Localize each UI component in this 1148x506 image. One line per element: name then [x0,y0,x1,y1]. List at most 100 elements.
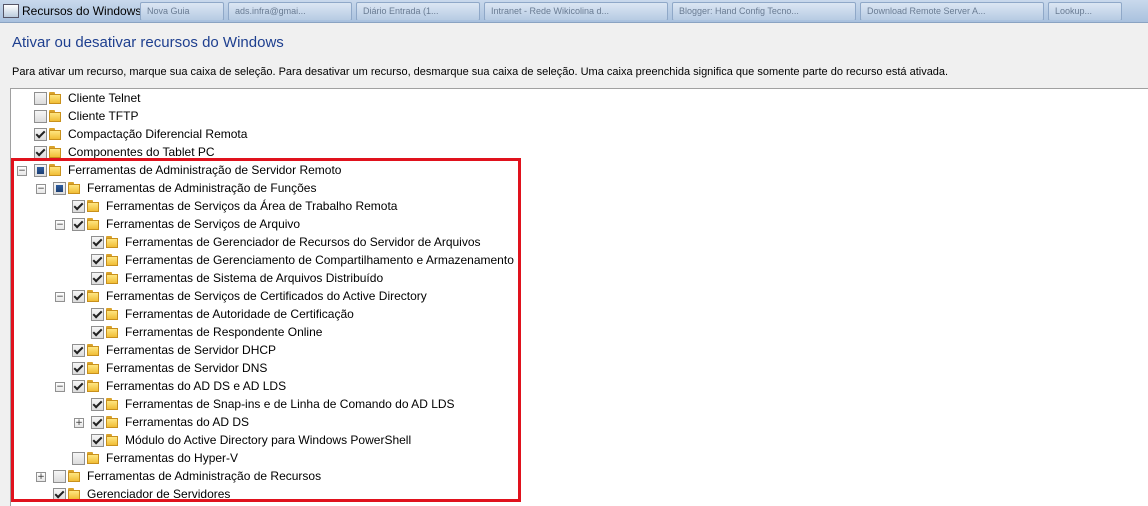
collapse-icon[interactable]: − [36,184,46,194]
feature-row[interactable]: Ferramentas de Sistema de Arquivos Distr… [11,270,1141,288]
folder-icon [67,487,81,501]
feature-checkbox[interactable] [34,146,47,159]
feature-checkbox[interactable] [91,398,104,411]
feature-label: Ferramentas de Gerenciador de Recursos d… [125,235,481,249]
feature-label: Ferramentas do AD DS e AD LDS [106,379,287,393]
feature-checkbox[interactable] [34,92,47,105]
feature-label: Ferramentas de Serviços da Área de Traba… [106,199,398,213]
feature-label: Ferramentas de Autoridade de Certificaçã… [125,307,354,321]
feature-checkbox[interactable] [91,308,104,321]
folder-icon [86,361,100,375]
feature-label: Ferramentas do Hyper-V [106,451,239,465]
feature-label: Ferramentas de Respondente Online [125,325,323,339]
background-tab[interactable]: ads.infra@gmai... [228,2,352,20]
feature-checkbox[interactable] [72,362,85,375]
folder-icon [67,469,81,483]
feature-checkbox[interactable] [72,452,85,465]
feature-label: Ferramentas de Servidor DNS [106,361,268,375]
background-tab[interactable]: Intranet - Rede Wikicolina d... [484,2,668,20]
folder-icon [105,235,119,249]
folder-icon [86,199,100,213]
collapse-icon[interactable]: − [17,166,27,176]
background-tab[interactable]: Lookup... [1048,2,1122,20]
expand-icon[interactable]: + [36,472,46,482]
feature-label: Ferramentas de Gerenciamento de Comparti… [125,253,514,267]
background-tab[interactable]: Blogger: Hand Config Tecno... [672,2,856,20]
feature-checkbox[interactable] [91,434,104,447]
feature-row[interactable]: Cliente TFTP [11,108,1141,126]
feature-row[interactable]: Compactação Diferencial Remota [11,126,1141,144]
feature-checkbox[interactable] [34,128,47,141]
feature-label: Ferramentas do AD DS [125,415,250,429]
expand-icon[interactable]: + [74,418,84,428]
folder-icon [48,163,62,177]
feature-label: Ferramentas de Servidor DHCP [106,343,277,357]
background-tab[interactable]: Diário Entrada (1... [356,2,480,20]
feature-checkbox[interactable] [72,218,85,231]
feature-checkbox[interactable] [72,380,85,393]
folder-icon [105,397,119,411]
feature-row[interactable]: Ferramentas de Respondente Online [11,324,1141,342]
features-tree[interactable]: Cliente Telnet Cliente TFTP Compactação Di… [10,88,1148,506]
feature-label: Componentes do Tablet PC [68,145,215,159]
feature-checkbox[interactable] [53,470,66,483]
feature-row[interactable]: − Ferramentas de Administração de Funções [11,180,1141,198]
feature-label: Compactação Diferencial Remota [68,127,248,141]
feature-checkbox[interactable] [34,110,47,123]
feature-row[interactable]: Ferramentas de Servidor DHCP [11,342,1141,360]
feature-row[interactable]: Gerenciador de Servidores [11,486,1141,504]
background-tab[interactable]: Download Remote Server A... [860,2,1044,20]
feature-row[interactable]: Componentes do Tablet PC [11,144,1141,162]
feature-checkbox[interactable] [53,182,66,195]
feature-label: Ferramentas de Snap-ins e de Linha de Co… [125,397,455,411]
folder-icon [105,307,119,321]
feature-label: Ferramentas de Serviços de Arquivo [106,217,301,231]
feature-row[interactable]: + Ferramentas do AD DS [11,414,1141,432]
feature-label: Ferramentas de Sistema de Arquivos Distr… [125,271,384,285]
title-bar: Recursos do Windows Nova Guia ads.infra@g… [0,0,1148,23]
folder-icon [48,109,62,123]
folder-icon [105,271,119,285]
feature-checkbox[interactable] [91,326,104,339]
folder-icon [105,415,119,429]
folder-icon [86,217,100,231]
feature-label: Ferramentas de Administração de Funções [87,181,317,195]
feature-row[interactable]: Módulo do Active Directory para Windows … [11,432,1141,450]
feature-label: Cliente TFTP [68,109,139,123]
feature-checkbox[interactable] [34,164,47,177]
feature-checkbox[interactable] [72,344,85,357]
feature-checkbox[interactable] [91,254,104,267]
feature-row[interactable]: Ferramentas de Servidor DNS [11,360,1141,378]
feature-row[interactable]: Ferramentas de Serviços da Área de Traba… [11,198,1141,216]
feature-row[interactable]: − Ferramentas de Serviços de Certificados… [11,288,1141,306]
feature-row[interactable]: + Ferramentas de Administração de Recurso… [11,468,1141,486]
feature-row[interactable]: Ferramentas de Gerenciamento de Comparti… [11,252,1141,270]
feature-checkbox[interactable] [91,272,104,285]
feature-row[interactable]: Ferramentas de Snap-ins e de Linha de Co… [11,396,1141,414]
feature-checkbox[interactable] [91,416,104,429]
feature-row[interactable]: − Ferramentas de Administração de Servido… [11,162,1141,180]
window-features-icon [3,4,19,18]
collapse-icon[interactable]: − [55,382,65,392]
feature-checkbox[interactable] [72,200,85,213]
folder-icon [67,181,81,195]
feature-label: Gerenciador de Servidores [87,487,231,501]
folder-icon [86,379,100,393]
feature-row[interactable]: Cliente Telnet [11,90,1141,108]
feature-row[interactable]: Ferramentas do Hyper-V [11,450,1141,468]
collapse-icon[interactable]: − [55,292,65,302]
feature-row[interactable]: − Ferramentas de Serviços de Arquivo [11,216,1141,234]
feature-checkbox[interactable] [91,236,104,249]
instructions-text: Para ativar um recurso, marque sua caixa… [12,66,949,78]
feature-row[interactable]: Ferramentas de Gerenciador de Recursos d… [11,234,1141,252]
collapse-icon[interactable]: − [55,220,65,230]
folder-icon [48,127,62,141]
feature-checkbox[interactable] [53,488,66,501]
folder-icon [48,145,62,159]
feature-checkbox[interactable] [72,290,85,303]
feature-label: Cliente Telnet [68,91,141,105]
background-tab[interactable]: Nova Guia [140,2,224,20]
feature-row[interactable]: Ferramentas de Autoridade de Certificaçã… [11,306,1141,324]
feature-row[interactable]: − Ferramentas do AD DS e AD LDS [11,378,1141,396]
folder-icon [86,289,100,303]
